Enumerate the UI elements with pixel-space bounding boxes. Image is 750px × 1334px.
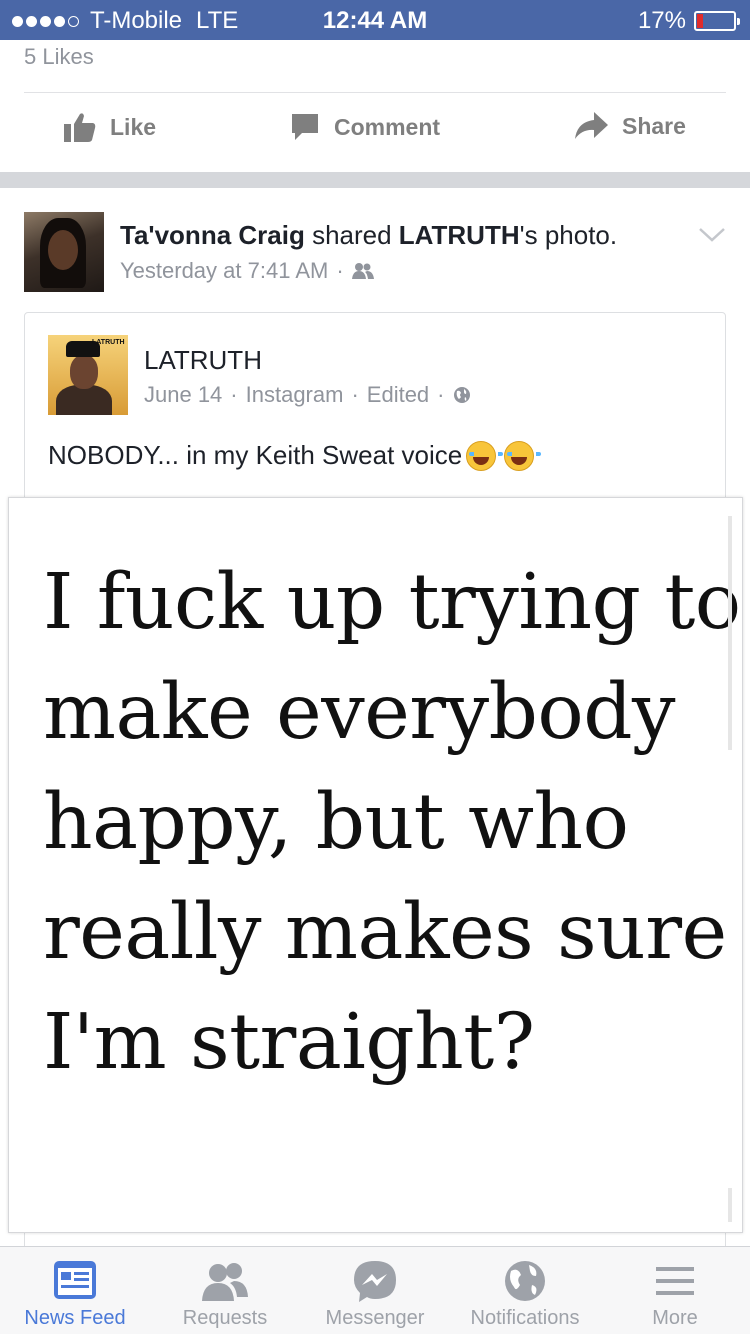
battery-percent: 17% — [637, 7, 686, 34]
quote-line: happy, but who — [43, 778, 629, 867]
chevron-down-icon[interactable] — [698, 226, 726, 244]
tab-label: More — [652, 1307, 698, 1329]
share-button[interactable]: Share — [574, 112, 686, 140]
quote-line: make everybody — [43, 668, 676, 757]
quote-line: really makes sure — [43, 888, 727, 977]
author-name[interactable]: Ta'vonna Craig — [120, 220, 305, 250]
meta-separator: · — [336, 258, 344, 283]
tab-label: Notifications — [470, 1307, 580, 1329]
meta-separator: · — [351, 382, 359, 407]
avatar-logo-text: LATRUTH — [92, 339, 125, 346]
shared-post-date[interactable]: June 14 — [144, 382, 222, 408]
share-arrow-icon — [575, 112, 608, 139]
tab-messenger[interactable]: Messenger — [300, 1247, 450, 1334]
messenger-icon — [354, 1261, 396, 1302]
post-header: Ta'vonna Craig shared LATRUTH's photo. — [120, 220, 617, 251]
scrollbar — [728, 1188, 732, 1222]
meta-separator: · — [437, 382, 445, 407]
tears-of-joy-emoji-icon — [504, 440, 542, 471]
divider — [24, 92, 726, 93]
photo-quote-text: I fuck up trying to make everybody happy… — [43, 548, 741, 1098]
tab-label: Requests — [182, 1307, 268, 1329]
status-right: 17% — [637, 7, 740, 35]
shared-post-via: Instagram — [245, 382, 344, 407]
requests-icon — [202, 1263, 248, 1301]
globe-icon — [505, 1261, 545, 1301]
globe-icon — [453, 387, 470, 403]
shared-post-author[interactable]: LATRUTH — [144, 345, 262, 376]
likes-count[interactable]: 5 Likes — [24, 44, 94, 70]
tab-more[interactable]: More — [600, 1247, 750, 1334]
avatar[interactable] — [24, 212, 104, 292]
comment-button[interactable]: Comment — [290, 112, 440, 142]
tab-requests[interactable]: Requests — [150, 1247, 300, 1334]
feed-separator — [0, 172, 750, 188]
quote-line: I fuck up trying to — [43, 558, 741, 647]
quote-line: I'm straight? — [43, 998, 535, 1087]
tears-of-joy-emoji-icon — [466, 440, 504, 471]
share-label: Share — [622, 112, 686, 139]
avatar[interactable]: LATRUTH — [48, 335, 128, 415]
tab-news-feed[interactable]: News Feed — [0, 1247, 150, 1334]
shared-text: shared — [304, 220, 399, 250]
news-feed-icon — [54, 1261, 96, 1299]
caption-text: NOBODY... in my Keith Sweat voice — [48, 440, 463, 470]
shared-post-meta: June 14 · Instagram · Edited · — [144, 382, 471, 408]
source-owner-link[interactable]: LATRUTH — [399, 220, 520, 250]
status-bar: T-Mobile LTE 12:44 AM 17% — [0, 0, 750, 40]
thumbs-up-icon — [64, 113, 96, 142]
meta-separator: · — [230, 382, 238, 407]
source-suffix: 's photo. — [519, 220, 618, 250]
shared-post-edited[interactable]: Edited — [367, 382, 429, 408]
like-button[interactable]: Like — [64, 112, 156, 142]
post-meta: Yesterday at 7:41 AM · — [120, 258, 374, 284]
post-timestamp[interactable]: Yesterday at 7:41 AM — [120, 258, 328, 284]
shared-post-caption: NOBODY... in my Keith Sweat voice — [48, 440, 542, 471]
shared-photo[interactable]: I fuck up trying to make everybody happy… — [8, 497, 743, 1233]
friends-icon — [351, 263, 374, 279]
like-label: Like — [110, 113, 157, 140]
tab-label: Messenger — [325, 1307, 425, 1329]
battery-icon — [694, 11, 740, 31]
menu-icon — [656, 1267, 694, 1295]
tab-notifications[interactable]: Notifications — [450, 1247, 600, 1334]
post-actions: Like Comment Share — [0, 112, 750, 156]
comment-icon — [292, 114, 318, 140]
scrollbar — [728, 516, 732, 750]
bottom-tab-bar: News Feed Requests Messenger Notificatio… — [0, 1246, 750, 1334]
tab-label: News Feed — [24, 1307, 126, 1329]
comment-label: Comment — [334, 113, 441, 140]
